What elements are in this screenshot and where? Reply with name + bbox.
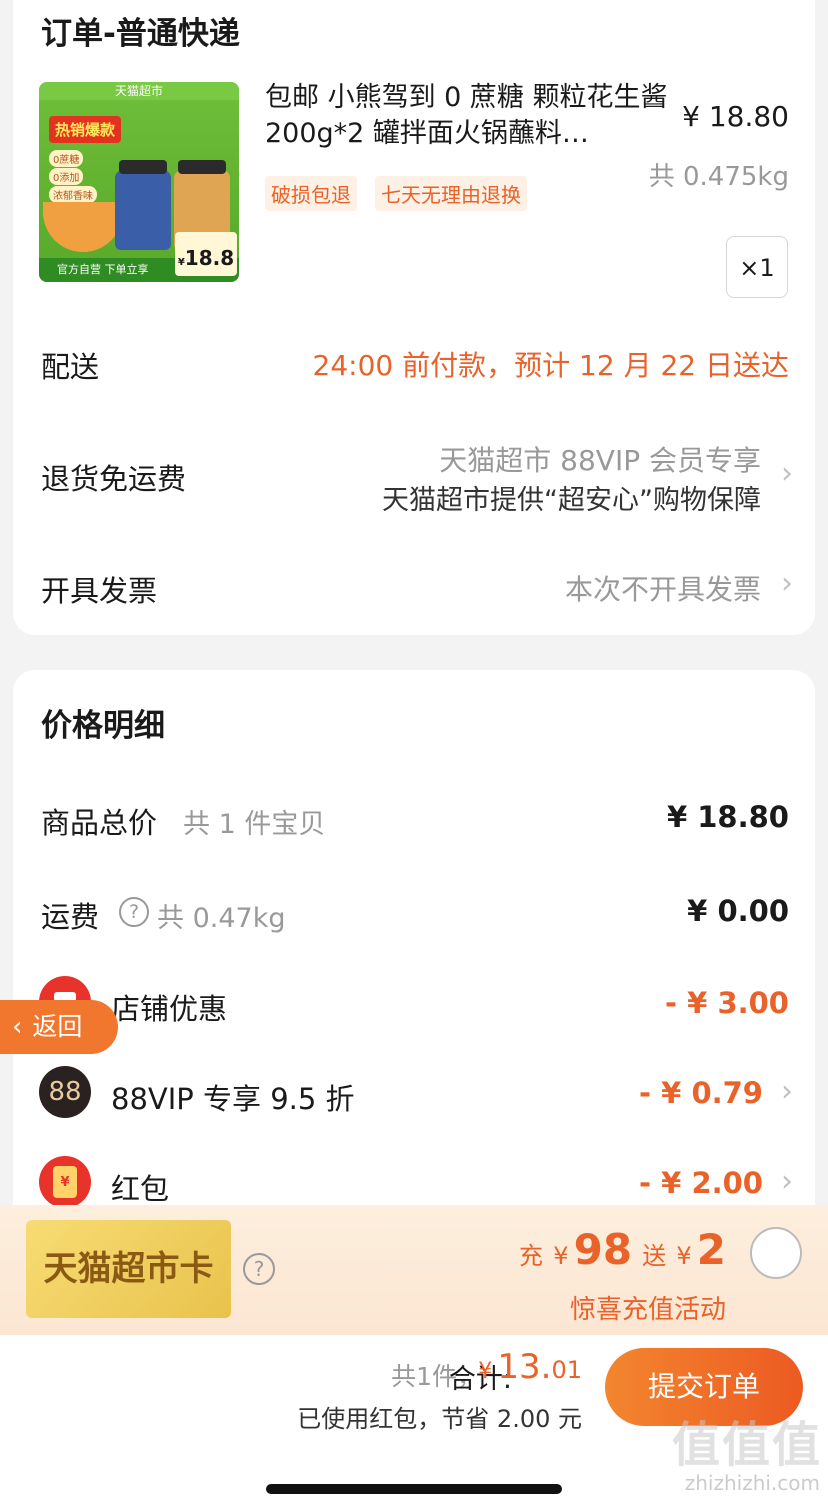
product-price: ¥ 18.80 [682, 100, 789, 133]
footer-saving-note: 已使用红包，节省 2.00 元 [297, 1405, 582, 1433]
image-point: 0添加 [49, 168, 84, 185]
vip-discount-label[interactable]: 88VIP 专享 9.5 折 [111, 1076, 355, 1118]
tag-seven-day-return: 七天无理由退换 [375, 176, 527, 211]
delivery-value: 24:00 前付款，预计 12 月 22 日送达 [312, 349, 789, 382]
watermark-logo: 值值值 [671, 1417, 822, 1473]
return-shipping-label[interactable]: 退货免运费 [41, 456, 186, 498]
tag-damage-refund: 破损包退 [265, 176, 357, 211]
store-discount-label: 店铺优惠 [111, 992, 228, 1026]
jar-graphic [115, 160, 171, 250]
goods-total-label: 商品总价 [41, 806, 158, 840]
chevron-right-icon[interactable]: › [781, 1164, 793, 1199]
recharge-subtitle: 惊喜充值活动 [569, 1295, 726, 1325]
shipping-label: 运费 [41, 900, 100, 934]
price-detail-title: 价格明细 [41, 708, 165, 744]
product-weight: 共 0.475kg [648, 162, 789, 192]
red-packet-label[interactable]: 红包 [111, 1166, 169, 1208]
checkout-footer: 共1件， 合计: ¥ 13.01 已使用红包，节省 2.00 元 提交订单 值值… [0, 1335, 828, 1510]
image-point: 0蔗糖 [49, 150, 84, 167]
chevron-left-icon: ‹ [12, 1012, 23, 1042]
help-icon[interactable]: ? [119, 897, 149, 927]
product-name[interactable]: 包邮 小熊驾到 0 蔗糖 颗粒花生酱 200g*2 罐拌面火锅蘸料… [265, 80, 677, 152]
store-discount-value: - ¥ 3.00 [665, 986, 789, 1020]
goods-total-value: ¥ 18.80 [666, 800, 789, 834]
return-shipping-line2[interactable]: 天猫超市提供“超安心”购物保障 [382, 478, 761, 517]
vip-discount-value[interactable]: - ¥ 0.79 [639, 1076, 763, 1110]
product-image[interactable]: 天猫超市 热销爆款 0蔗糖 0添加 浓郁香味 官方自营 下单立享 ¥18.8 [39, 82, 239, 282]
red-packet-icon: ¥ [39, 1156, 91, 1208]
image-hot-label: 热销爆款 [49, 116, 122, 143]
chevron-right-icon[interactable]: › [781, 1074, 793, 1109]
watermark-url: zhizhizhi.com [684, 1471, 820, 1495]
footer-total-amount: ¥ 13.01 [478, 1347, 582, 1387]
help-icon[interactable]: ? [243, 1253, 275, 1285]
image-store-label: 天猫超市 [39, 82, 239, 100]
order-title: 订单-普通快递 [41, 16, 240, 52]
recharge-offer[interactable]: 充 ¥ 98 送 ¥ 2 [519, 1225, 726, 1274]
recharge-banner: 天猫超市卡 ? 充 ¥ 98 送 ¥ 2 惊喜充值活动 [0, 1205, 828, 1335]
home-indicator [266, 1484, 562, 1494]
tmall-supermarket-card[interactable]: 天猫超市卡 [26, 1220, 231, 1318]
red-packet-value[interactable]: - ¥ 2.00 [639, 1166, 763, 1200]
image-point: 浓郁香味 [49, 186, 97, 203]
noodle-bowl-graphic [43, 202, 123, 252]
shipping-weight: 共 0.47kg [157, 903, 286, 934]
quantity-stepper[interactable]: ×1 [726, 236, 788, 298]
vip-88-icon: 88 [39, 1066, 91, 1118]
invoice-value[interactable]: 本次不开具发票 [565, 568, 761, 608]
order-card: 订单-普通快递 天猫超市 热销爆款 0蔗糖 0添加 浓郁香味 官方自营 下单立享… [13, 0, 815, 635]
back-button-label: 返回 [32, 1012, 83, 1041]
price-detail-card: 价格明细 商品总价 共 1 件宝贝 ¥ 18.80 运费 ? 共 0.47kg … [13, 670, 815, 1230]
chevron-right-icon[interactable]: › [781, 566, 793, 601]
goods-count: 共 1 件宝贝 [183, 809, 326, 840]
image-price-tag: ¥18.8 [175, 232, 237, 276]
chevron-right-icon[interactable]: › [781, 456, 793, 491]
shipping-value: ¥ 0.00 [687, 894, 789, 928]
back-button[interactable]: ‹ 返回 [0, 1000, 118, 1054]
return-shipping-line1[interactable]: 天猫超市 88VIP 会员专享 [439, 439, 761, 479]
delivery-label: 配送 [41, 350, 100, 384]
invoice-label[interactable]: 开具发票 [41, 568, 157, 610]
recharge-radio[interactable] [750, 1227, 802, 1279]
